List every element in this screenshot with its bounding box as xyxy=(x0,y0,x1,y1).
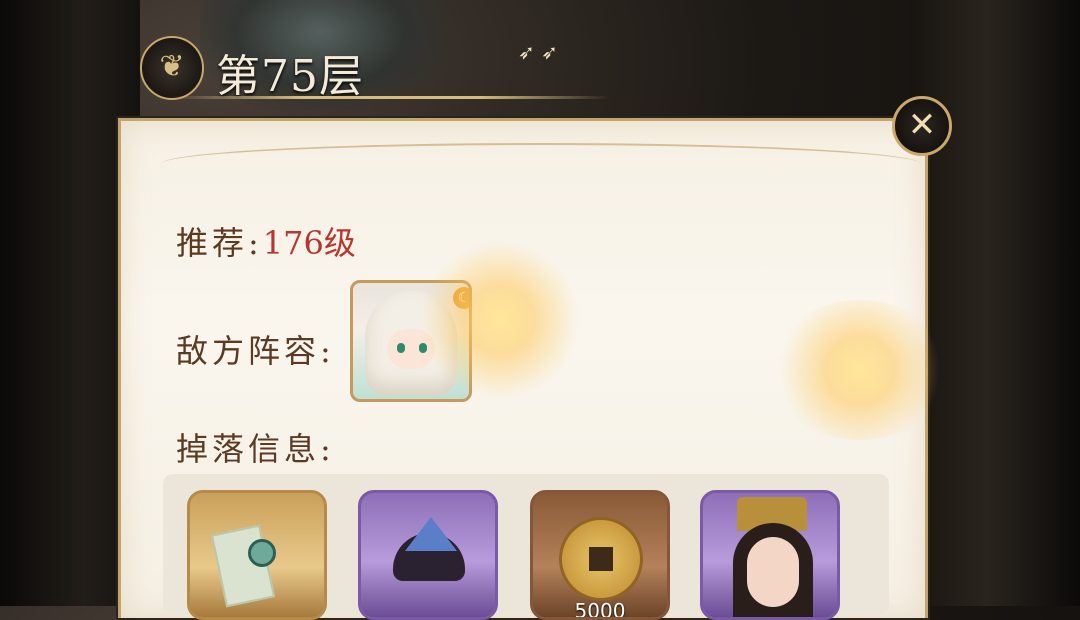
drop-item-jade-token[interactable] xyxy=(187,490,327,620)
drop-item-copper-coin[interactable]: 5000 xyxy=(530,490,670,620)
enemy-avatar[interactable]: ☾ xyxy=(350,280,472,402)
drop-count: 5000 xyxy=(574,599,626,620)
avatar-eye-left xyxy=(397,343,405,353)
avatar-face xyxy=(387,329,435,369)
avatar-eye-right xyxy=(419,343,427,353)
swallow-birds-icon: ➶ ➶ xyxy=(518,40,558,64)
floor-title: 第75层 xyxy=(216,51,364,102)
floral-emblem-icon: ❦ xyxy=(140,36,204,100)
drop-item-ink-stone[interactable] xyxy=(358,490,498,620)
title-flourish xyxy=(170,96,610,99)
drop-info-label: 掉落信息: xyxy=(176,430,335,468)
moon-badge-icon: ☾ xyxy=(453,287,469,309)
jade-gem-icon xyxy=(248,539,276,567)
panel-decor-wave xyxy=(161,143,921,185)
recommend-label: 推荐: xyxy=(176,224,263,262)
coin-hole-icon xyxy=(589,547,613,571)
portrait-face-icon xyxy=(747,537,799,607)
recommend-row: 推荐:176级 xyxy=(176,218,356,264)
close-button[interactable]: ✕ xyxy=(892,96,952,156)
drop-item-general-portrait[interactable] xyxy=(700,490,840,620)
recommend-level: 176级 xyxy=(262,224,356,262)
ink-crystal-icon xyxy=(405,517,457,551)
enemy-lineup-label: 敌方阵容: xyxy=(176,332,335,370)
background-curtain-right xyxy=(910,0,1080,606)
